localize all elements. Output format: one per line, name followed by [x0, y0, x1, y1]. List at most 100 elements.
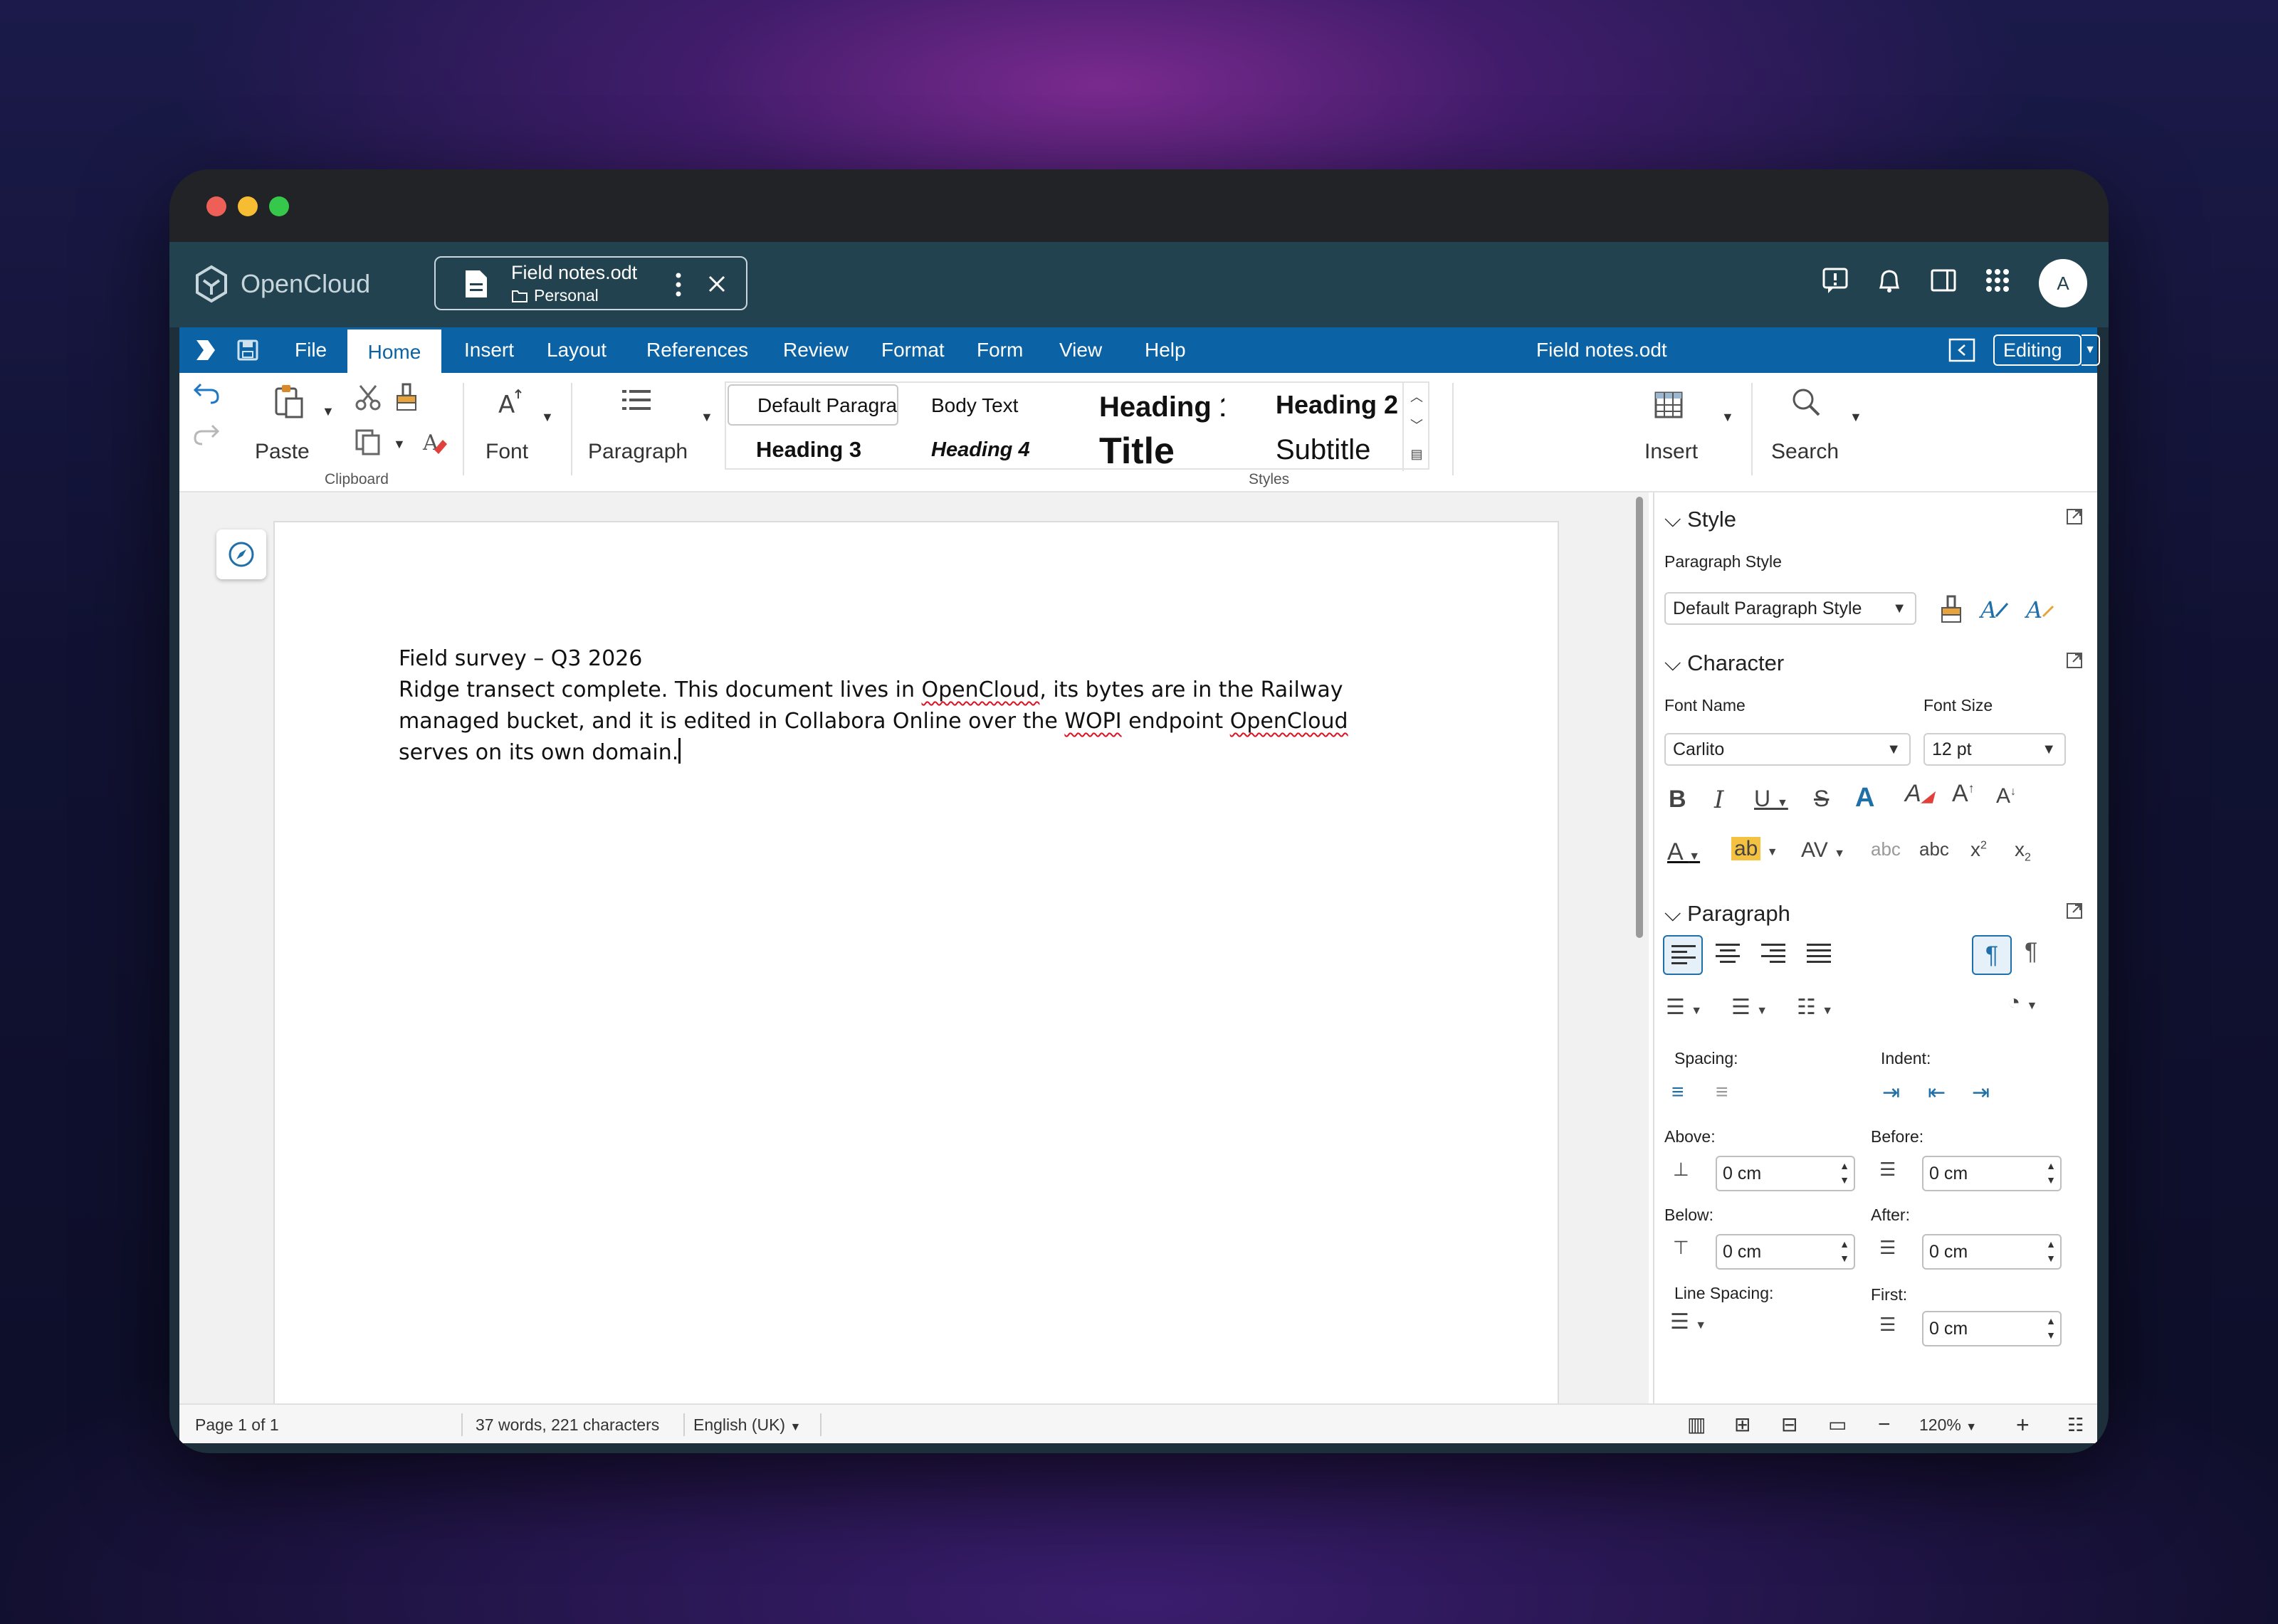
- maximize-window-button[interactable]: [269, 196, 289, 216]
- bullet-list-button[interactable]: ☰ ▼: [1666, 995, 1702, 1020]
- undo-icon[interactable]: [192, 380, 221, 406]
- hanging-indent-button[interactable]: ⇥: [1972, 1080, 1990, 1105]
- font-size-select[interactable]: 12 pt ▼: [1923, 733, 2066, 766]
- minimize-window-button[interactable]: [238, 196, 258, 216]
- spelling-button[interactable]: abc: [1919, 838, 1949, 860]
- style-section-toggle[interactable]: ⌵ Style: [1664, 507, 1736, 533]
- after-indent-input[interactable]: 0 cm ▲ ▼: [1922, 1234, 2062, 1270]
- more-options-icon[interactable]: [675, 272, 682, 297]
- menu-view[interactable]: View: [1059, 327, 1102, 373]
- menu-references[interactable]: References: [646, 327, 748, 373]
- subscript-button[interactable]: x2: [2015, 838, 2031, 865]
- bold-button[interactable]: B: [1669, 786, 1686, 813]
- zoom-out-button[interactable]: −: [1878, 1405, 1891, 1445]
- sidebar-toggle-icon[interactable]: [1948, 337, 1976, 363]
- increase-spacing-button[interactable]: ≡: [1671, 1080, 1684, 1104]
- first-line-indent-input[interactable]: 0 cm ▲ ▼: [1922, 1311, 2062, 1346]
- increase-indent-button[interactable]: ⇥: [1882, 1080, 1900, 1105]
- feedback-icon[interactable]: [1821, 266, 1849, 295]
- font-button[interactable]: Font: [485, 440, 528, 464]
- copy-icon[interactable]: [355, 428, 382, 455]
- italic-button[interactable]: I: [1714, 786, 1723, 814]
- character-section-toggle[interactable]: ⌵ Character: [1664, 650, 1784, 677]
- menu-help[interactable]: Help: [1145, 327, 1186, 373]
- copy-dropdown[interactable]: ▼: [393, 437, 406, 452]
- ltr-paragraph-button[interactable]: ¶: [1972, 935, 2012, 975]
- style-heading-4[interactable]: Heading 4: [931, 438, 1030, 462]
- close-window-button[interactable]: [206, 196, 226, 216]
- opencloud-logo[interactable]: OpenCloud: [194, 265, 370, 303]
- menu-insert[interactable]: Insert: [464, 327, 514, 373]
- style-heading-3[interactable]: Heading 3: [756, 437, 861, 463]
- align-right-icon[interactable]: [1761, 942, 1787, 965]
- styles-scroll-controls[interactable]: ︿ ﹀ ▤: [1402, 383, 1429, 471]
- search-dropdown[interactable]: ▼: [1849, 410, 1862, 425]
- language-selector[interactable]: English (UK) ▼: [693, 1405, 801, 1445]
- paragraph-button[interactable]: Paragraph: [588, 440, 688, 464]
- below-spacing-input[interactable]: 0 cm ▲ ▼: [1716, 1234, 1855, 1270]
- style-body-text[interactable]: Body Text: [931, 394, 1018, 417]
- notifications-bell-icon[interactable]: [1875, 266, 1904, 295]
- style-heading-1[interactable]: Heading 1: [1099, 386, 1224, 424]
- save-icon[interactable]: [236, 339, 259, 362]
- menu-layout[interactable]: Layout: [547, 327, 607, 373]
- superscript-button[interactable]: x2: [1970, 838, 1987, 861]
- update-style-icon[interactable]: A: [2025, 595, 2056, 623]
- font-name-select[interactable]: Carlito ▼: [1664, 733, 1911, 766]
- decrease-indent-button[interactable]: ⇤: [1928, 1080, 1946, 1105]
- underline-button[interactable]: U ▼: [1754, 786, 1788, 812]
- font-dropdown[interactable]: ▼: [541, 410, 554, 425]
- menu-format[interactable]: Format: [881, 327, 945, 373]
- app-switcher-grid-icon[interactable]: [1983, 266, 2012, 295]
- side-panel-toggle-icon[interactable]: [1929, 266, 1958, 295]
- outline-list-button[interactable]: ☷ ▼: [1797, 995, 1833, 1020]
- more-options-icon[interactable]: [2066, 508, 2083, 525]
- menu-file[interactable]: File: [295, 327, 327, 373]
- insert-dropdown[interactable]: ▼: [1721, 410, 1734, 425]
- editing-mode-dropdown[interactable]: ▼: [2082, 334, 2100, 366]
- more-options-icon[interactable]: [2066, 902, 2083, 919]
- paste-icon[interactable]: [273, 383, 305, 418]
- paragraph-dropdown[interactable]: ▼: [700, 410, 713, 425]
- zoom-level-select[interactable]: 120% ▼: [1919, 1405, 1977, 1445]
- menu-home[interactable]: Home: [347, 327, 441, 373]
- fit-page-icon[interactable]: ▭: [1828, 1405, 1847, 1445]
- single-page-view-icon[interactable]: ▥: [1687, 1405, 1706, 1445]
- new-style-icon[interactable]: A: [1979, 595, 2010, 623]
- navigator-button[interactable]: [216, 529, 266, 579]
- align-center-icon[interactable]: [1716, 942, 1741, 965]
- decrease-spacing-button[interactable]: ≡: [1716, 1080, 1728, 1104]
- style-subtitle[interactable]: Subtitle: [1276, 434, 1370, 466]
- user-avatar[interactable]: A: [2039, 259, 2087, 307]
- search-button[interactable]: Search: [1771, 440, 1839, 464]
- open-file-tab[interactable]: Field notes.odt Personal: [434, 256, 747, 310]
- paste-dropdown[interactable]: ▼: [322, 404, 335, 419]
- before-indent-input[interactable]: 0 cm ▲ ▼: [1922, 1156, 2062, 1191]
- vertical-scrollbar[interactable]: [1636, 497, 1643, 938]
- numbered-list-button[interactable]: ☰ ▼: [1731, 995, 1768, 1020]
- insert-button[interactable]: Insert: [1644, 440, 1698, 464]
- character-spacing-button[interactable]: AV ▼: [1801, 838, 1845, 863]
- style-title[interactable]: Title: [1099, 427, 1242, 468]
- grow-font-button[interactable]: A↑: [1952, 780, 1975, 808]
- line-spacing-button[interactable]: ☰ ▼: [1670, 1309, 1706, 1334]
- format-brush-icon[interactable]: [1939, 595, 1963, 623]
- menu-form[interactable]: Form: [977, 327, 1023, 373]
- style-default-paragraph[interactable]: Default Paragraph Style: [728, 384, 898, 426]
- paragraph-style-select[interactable]: Default Paragraph Style ▼: [1664, 592, 1916, 625]
- cut-icon[interactable]: [355, 384, 382, 411]
- zoom-in-button[interactable]: +: [2016, 1405, 2030, 1445]
- editing-mode-button[interactable]: Editing: [1993, 334, 2082, 366]
- style-heading-2[interactable]: Heading 2: [1276, 390, 1398, 420]
- clear-direct-formatting-button[interactable]: A◢: [1905, 780, 1933, 808]
- view-options-icon[interactable]: ☷: [2067, 1405, 2084, 1445]
- document-body[interactable]: Field survey – Q3 2026 Ridge transect co…: [399, 643, 1424, 769]
- align-left-button[interactable]: [1663, 935, 1703, 975]
- more-options-icon[interactable]: [2066, 652, 2083, 669]
- close-tab-icon[interactable]: [708, 275, 726, 293]
- document-page[interactable]: Field survey – Q3 2026 Ridge transect co…: [273, 521, 1559, 1411]
- menu-review[interactable]: Review: [783, 327, 849, 373]
- shrink-font-button[interactable]: A↓: [1996, 784, 2016, 808]
- strikethrough-button[interactable]: S: [1814, 786, 1829, 812]
- spelling-off-button[interactable]: abc: [1871, 838, 1901, 860]
